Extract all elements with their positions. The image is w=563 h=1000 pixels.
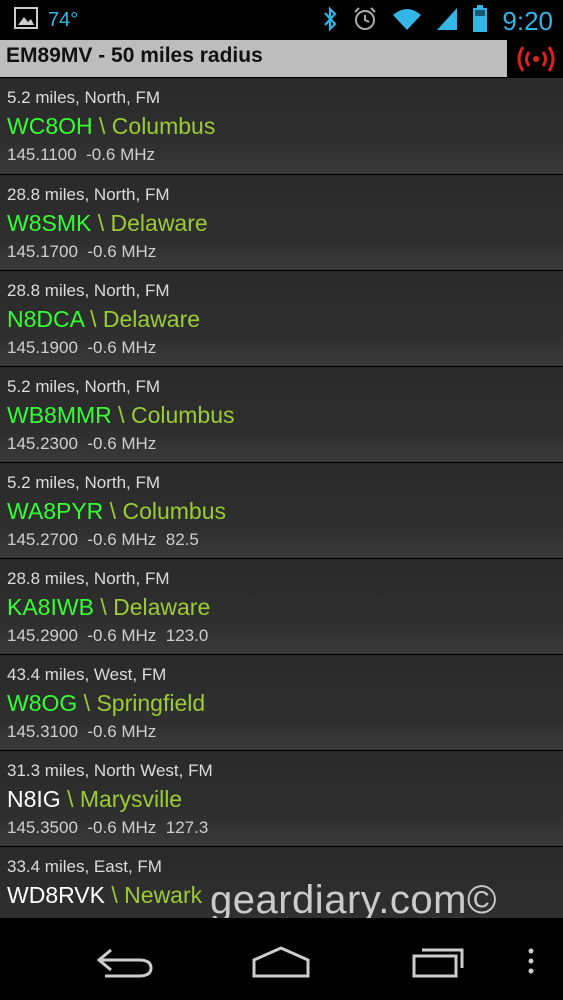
home-button[interactable]	[250, 940, 312, 985]
repeater-callsign: N8IG	[7, 786, 61, 812]
repeater-callsign: WD8RVK	[7, 882, 105, 908]
repeater-row[interactable]: 5.2 miles, North, FM WA8PYR \ Columbus 145…	[0, 462, 563, 558]
repeater-title: WD8RVK \ Newark	[7, 882, 202, 909]
home-icon	[252, 946, 310, 978]
repeater-distance-info: 28.8 miles, North, FM	[7, 281, 170, 300]
repeater-city: Delaware	[102, 306, 201, 332]
repeater-callsign: WA8PYR	[7, 498, 104, 524]
repeater-list: 5.2 miles, North, FM WC8OH \ Columbus 145.…	[0, 78, 563, 918]
recent-apps-icon	[412, 948, 464, 978]
wifi-icon	[392, 7, 422, 36]
repeater-separator: \	[99, 113, 106, 139]
repeater-separator: \	[97, 210, 105, 236]
repeater-title: WB8MMR \ Columbus	[7, 402, 235, 429]
repeater-city: Columbus	[130, 402, 235, 428]
repeater-city: Delaware	[113, 594, 211, 620]
watermark: geardiary.com©	[210, 878, 497, 922]
repeater-city: Marysville	[79, 786, 183, 812]
repeater-separator: \	[90, 306, 97, 332]
broadcast-icon	[517, 46, 555, 72]
repeater-distance-info: 28.8 miles, North, FM	[7, 185, 170, 204]
repeater-frequency: 145.2700 -0.6 MHz 82.5	[7, 530, 199, 549]
repeater-row[interactable]: 31.3 miles, North West, FM N8IG \ Marysvi…	[0, 750, 563, 846]
repeater-title: KA8IWB \ Delaware	[7, 594, 210, 621]
repeater-separator: \	[111, 882, 118, 908]
repeater-distance-info: 5.2 miles, North, FM	[7, 473, 161, 492]
repeater-callsign: WB8MMR	[7, 402, 112, 428]
repeater-frequency: 145.1900 -0.6 MHz	[7, 338, 157, 357]
repeater-frequency: 145.1100 -0.6 MHz	[7, 145, 156, 164]
repeater-separator: \	[67, 786, 74, 812]
repeater-row[interactable]: 28.8 miles, North, FM N8DCA \ Delaware 145…	[0, 270, 563, 366]
overflow-menu-icon	[528, 948, 534, 974]
navigation-bar	[0, 918, 563, 1000]
repeater-frequency: 145.2900 -0.6 MHz 123.0	[7, 626, 209, 645]
repeater-title: WC8OH \ Columbus	[7, 113, 215, 140]
repeater-title: N8IG \ Marysville	[7, 786, 182, 813]
back-icon	[96, 948, 153, 978]
repeater-title: W8OG \ Springfield	[7, 690, 205, 717]
repeater-callsign: N8DCA	[7, 306, 84, 332]
image-icon	[14, 7, 38, 34]
repeater-callsign: W8SMK	[7, 210, 92, 236]
repeater-frequency: 145.1700 -0.6 MHz	[7, 242, 157, 261]
repeater-distance-info: 33.4 miles, East, FM	[7, 857, 162, 876]
status-bar: 74° 9:20	[0, 0, 563, 40]
location-header: EM89MV - 50 miles radius	[0, 40, 507, 77]
repeater-separator: \	[118, 402, 125, 428]
repeater-distance-info: 5.2 miles, North, FM	[7, 88, 161, 107]
clock-time: 9:20	[502, 6, 553, 36]
repeater-row[interactable]: 28.8 miles, North, FM W8SMK \ Delaware 145…	[0, 174, 563, 270]
repeater-frequency: 145.3100 -0.6 MHz	[7, 722, 157, 741]
repeater-callsign: W8OG	[7, 690, 78, 716]
repeater-callsign: KA8IWB	[7, 594, 94, 620]
repeater-row[interactable]: 5.2 miles, North, FM WB8MMR \ Columbus 145…	[0, 366, 563, 462]
repeater-distance-info: 5.2 miles, North, FM	[7, 377, 161, 396]
repeater-distance-info: 28.8 miles, North, FM	[7, 569, 170, 588]
repeater-separator: \	[100, 594, 107, 620]
repeater-title: WA8PYR \ Columbus	[7, 498, 226, 525]
recent-apps-button[interactable]	[410, 940, 466, 985]
alarm-icon	[352, 6, 378, 37]
repeater-separator: \	[109, 498, 117, 524]
bluetooth-icon	[322, 6, 338, 37]
repeater-row[interactable]: 28.8 miles, North, FM KA8IWB \ Delaware 14…	[0, 558, 563, 654]
repeater-callsign: WC8OH	[7, 113, 93, 139]
repeater-city: Columbus	[111, 113, 216, 139]
repeater-distance-info: 43.4 miles, West, FM	[7, 665, 167, 684]
repeater-frequency: 145.2300 -0.6 MHz	[7, 434, 157, 453]
repeater-city: Springfield	[96, 690, 206, 716]
repeater-row[interactable]: 5.2 miles, North, FM WC8OH \ Columbus 145.…	[0, 78, 563, 174]
repeater-city: Columbus	[122, 498, 226, 524]
battery-icon	[472, 5, 488, 38]
repeater-title: N8DCA \ Delaware	[7, 306, 200, 333]
back-button[interactable]	[95, 940, 155, 985]
page-title: EM89MV - 50 miles radius	[6, 44, 263, 67]
repeater-separator: \	[83, 690, 91, 716]
signal-icon	[436, 7, 458, 36]
repeater-distance-info: 31.3 miles, North West, FM	[7, 761, 213, 780]
repeater-city: Newark	[124, 882, 203, 908]
repeater-title: W8SMK \ Delaware	[7, 210, 208, 237]
broadcast-button[interactable]	[509, 40, 563, 77]
repeater-row[interactable]: 43.4 miles, West, FM W8OG \ Springfield 14…	[0, 654, 563, 750]
repeater-city: Delaware	[110, 210, 208, 236]
overflow-menu-button[interactable]	[526, 948, 536, 979]
repeater-frequency: 145.3500 -0.6 MHz 127.3	[7, 818, 209, 837]
temperature-text: 74°	[48, 9, 79, 31]
